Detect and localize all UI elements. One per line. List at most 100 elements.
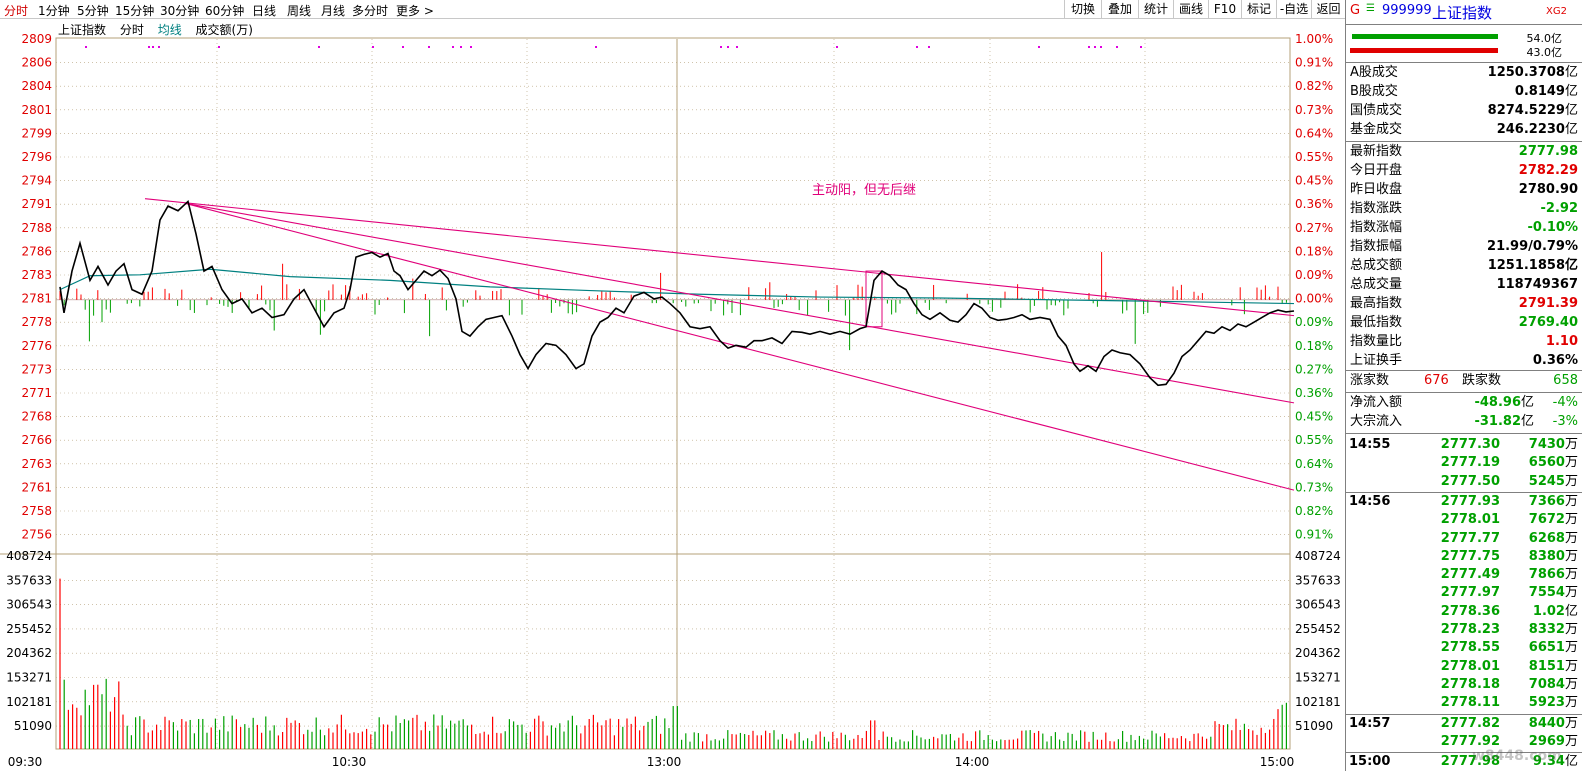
sell-bar bbox=[1350, 48, 1498, 53]
tick-volume: 7084万 bbox=[1529, 676, 1578, 694]
watermark: w8448.com bbox=[1472, 748, 1562, 764]
tick-volume-unit: 万 bbox=[1564, 548, 1578, 564]
period-tab-0[interactable]: 分时 bbox=[4, 2, 28, 19]
price-axis-label: 2756 bbox=[21, 528, 52, 542]
flow-row: 净流入额 -48.96亿 -4% bbox=[1348, 394, 1578, 412]
tick-volume-value: 6268 bbox=[1528, 530, 1565, 546]
market-amount: 8274.5229 bbox=[1487, 103, 1565, 118]
tick-volume-value: 2969 bbox=[1528, 733, 1565, 749]
tick-row[interactable]: 2778.18 7084万 bbox=[1346, 676, 1582, 694]
tick-price: 2778.01 bbox=[1440, 512, 1500, 528]
signal-dot bbox=[1100, 46, 1102, 48]
signal-dot bbox=[928, 46, 930, 48]
tick-row[interactable]: 2778.11 5923万 bbox=[1346, 694, 1582, 712]
divider bbox=[1346, 24, 1582, 25]
pct-axis-label: 0.45% bbox=[1295, 410, 1333, 424]
price-axis-label: 2788 bbox=[21, 221, 52, 235]
period-tab-8[interactable]: 月线 bbox=[321, 2, 345, 19]
price-axis-label: 2804 bbox=[21, 79, 52, 93]
period-tab-3[interactable]: 15分钟 bbox=[115, 2, 154, 19]
tick-volume-unit: 万 bbox=[1564, 567, 1578, 583]
toolbar-button-1[interactable]: 叠加 bbox=[1101, 0, 1138, 19]
tick-row[interactable]: 2778.01 7672万 bbox=[1346, 511, 1582, 529]
time-axis-label: 09:30 bbox=[8, 755, 43, 769]
toolbar-button-0[interactable]: 切换 bbox=[1064, 0, 1101, 19]
tick-row[interactable]: 14:57 2777.82 8440万 bbox=[1346, 715, 1582, 733]
market-unit: 亿 bbox=[1564, 84, 1578, 99]
period-tab-2[interactable]: 5分钟 bbox=[77, 2, 109, 19]
signal-dot bbox=[1088, 46, 1090, 48]
tick-row[interactable]: 2778.23 8332万 bbox=[1346, 621, 1582, 639]
chart-frame bbox=[55, 37, 1291, 750]
divider bbox=[1346, 141, 1582, 142]
period-tab-1[interactable]: 1分钟 bbox=[38, 2, 70, 19]
pct-axis-label: 0.27% bbox=[1295, 221, 1333, 235]
tick-row[interactable]: 14:56 2777.93 7366万 bbox=[1346, 493, 1582, 511]
market-label: 基金成交 bbox=[1350, 122, 1403, 137]
tick-volume-unit: 亿 bbox=[1564, 754, 1578, 770]
flow-value: -31.82亿 bbox=[1474, 413, 1534, 431]
menu-icon[interactable]: ☰ bbox=[1366, 3, 1375, 14]
tick-volume: 8332万 bbox=[1529, 621, 1578, 639]
panel-header[interactable]: G ☰ 999999 上证指数 XG2 bbox=[1346, 0, 1582, 24]
signal-dot bbox=[836, 46, 838, 48]
price-axis-label: 2783 bbox=[21, 268, 52, 282]
signal-dot bbox=[218, 46, 220, 48]
signal-dot bbox=[1038, 46, 1040, 48]
toolbar-button-3[interactable]: 画线 bbox=[1173, 0, 1208, 19]
tick-volume-unit: 万 bbox=[1564, 640, 1578, 656]
stat-label: 上证换手 bbox=[1350, 353, 1403, 368]
tick-price: 2777.30 bbox=[1440, 437, 1500, 452]
tick-price: 2778.36 bbox=[1440, 603, 1500, 619]
tick-row[interactable]: 2777.19 6560万 bbox=[1346, 454, 1582, 472]
market-row: 基金成交 246.2230亿 bbox=[1348, 121, 1578, 139]
toolbar-button-2[interactable]: 统计 bbox=[1138, 0, 1173, 19]
pct-axis-label: 0.64% bbox=[1295, 457, 1333, 471]
tick-row[interactable]: 2777.50 5245万 bbox=[1346, 473, 1582, 491]
toolbar-button-4[interactable]: F10 bbox=[1208, 0, 1241, 19]
pct-axis-label: 0.55% bbox=[1295, 433, 1333, 447]
tick-row[interactable]: 2777.77 6268万 bbox=[1346, 530, 1582, 548]
tick-row[interactable]: 2778.01 8151万 bbox=[1346, 658, 1582, 676]
toolbar-button-5[interactable]: 标记 bbox=[1241, 0, 1276, 19]
buy-bar-gap bbox=[1350, 34, 1352, 39]
toolbar-button-6[interactable]: -自选 bbox=[1276, 0, 1311, 19]
tick-row[interactable]: 2778.36 1.02亿 bbox=[1346, 603, 1582, 621]
market-unit: 亿 bbox=[1564, 122, 1578, 137]
period-tab-9[interactable]: 多分时 bbox=[352, 2, 388, 19]
pct-axis-label: 0.82% bbox=[1295, 504, 1333, 518]
period-tab-10[interactable]: 更多 > bbox=[396, 2, 434, 19]
pct-axis-label: 0.00% bbox=[1295, 292, 1333, 306]
market-value: 0.8149亿 bbox=[1515, 83, 1578, 101]
signal-dot bbox=[470, 46, 472, 48]
price-axis-label: 2773 bbox=[21, 362, 52, 376]
pct-axis-label: 0.36% bbox=[1295, 386, 1333, 400]
tick-volume: 5923万 bbox=[1529, 694, 1578, 712]
price-axis-label: 2799 bbox=[21, 126, 52, 140]
intraday-chart[interactable]: 2809 1.00% 2806 0.91% 2804 0.82% 2801 0.73% 2799… bbox=[0, 19, 1345, 771]
tick-row[interactable]: 2777.49 7866万 bbox=[1346, 566, 1582, 584]
trend-line[interactable] bbox=[184, 202, 1295, 404]
volume-axis-label-right: 102181 bbox=[1295, 695, 1341, 709]
period-tab-4[interactable]: 30分钟 bbox=[160, 2, 199, 19]
pct-axis-label: 1.00% bbox=[1295, 32, 1333, 46]
stat-row: 指数涨幅 -0.10% bbox=[1348, 219, 1578, 237]
period-tab-7[interactable]: 周线 bbox=[287, 2, 311, 19]
tick-volume-value: 5245 bbox=[1528, 473, 1565, 489]
divider bbox=[1346, 62, 1582, 63]
tick-row[interactable]: 2778.55 6651万 bbox=[1346, 639, 1582, 657]
tick-row[interactable]: 2777.97 7554万 bbox=[1346, 584, 1582, 602]
toolbar-button-7[interactable]: 返回 bbox=[1311, 0, 1345, 19]
tick-row[interactable]: 2777.75 8380万 bbox=[1346, 548, 1582, 566]
tick-volume: 1.02亿 bbox=[1533, 603, 1578, 621]
tick-price: 2777.93 bbox=[1440, 493, 1500, 509]
tick-price: 2777.82 bbox=[1440, 715, 1500, 731]
divider bbox=[1346, 433, 1582, 434]
market-amount: 1250.3708 bbox=[1487, 65, 1565, 80]
tick-row[interactable]: 14:55 2777.30 7430万 bbox=[1346, 436, 1582, 454]
period-tab-6[interactable]: 日线 bbox=[252, 2, 276, 19]
tick-volume: 6268万 bbox=[1529, 530, 1578, 548]
period-tab-5[interactable]: 60分钟 bbox=[205, 2, 244, 19]
tick-price: 2778.23 bbox=[1440, 622, 1500, 637]
trend-line[interactable] bbox=[144, 198, 1295, 317]
